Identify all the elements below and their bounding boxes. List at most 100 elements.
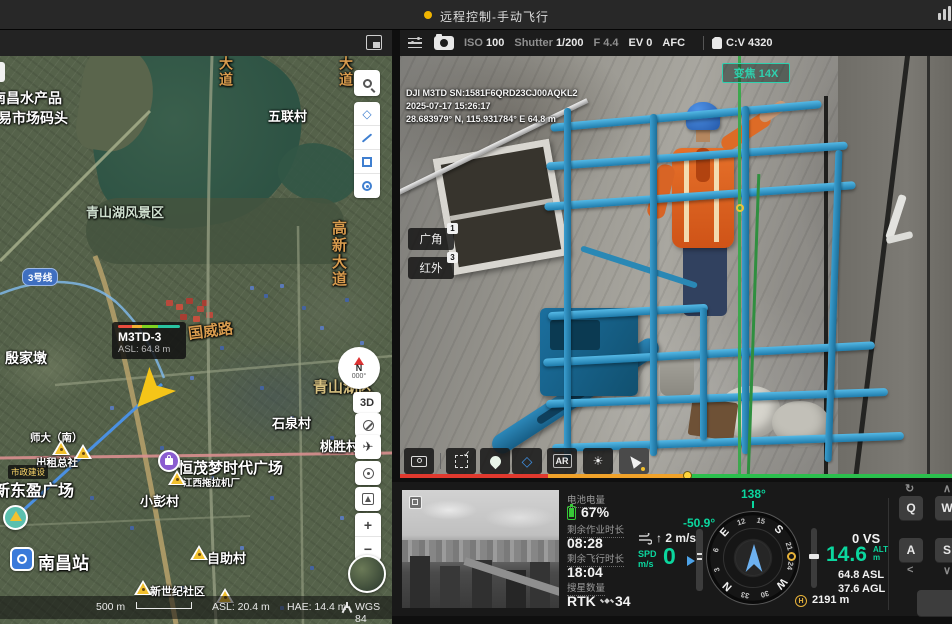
map-compass-widget[interactable]: N 000° (338, 347, 380, 389)
flight-mode-title: 远程控制-手动飞行 (440, 8, 549, 25)
beacon-button[interactable]: ☀ (583, 448, 613, 474)
hotkey-badge: 1 (447, 223, 458, 234)
map-label: 江西拖拉机厂 (183, 475, 240, 489)
coordinates: 28.683979° N, 115.931784° E 64.8 m (406, 113, 578, 126)
draw-polygon-tool[interactable] (354, 150, 380, 174)
home-direction-dot (787, 552, 796, 561)
map-label: 自助村 (207, 548, 246, 567)
map-label: 殷家墩 (5, 348, 47, 368)
secondary-camera-preview[interactable] (402, 490, 559, 608)
ev-value[interactable]: EV 0 (629, 37, 653, 49)
aperture-value[interactable]: F 4.4 (593, 37, 618, 49)
key-space[interactable] (917, 590, 952, 616)
compass-north-letter: N (356, 364, 363, 373)
asl-readout: ASL: 20.4 m (212, 601, 270, 613)
carabiner (736, 204, 744, 212)
timeline-marker[interactable] (683, 471, 692, 478)
drone-sn: DJI M3TD SN:1581F6QRD23CJ00AQKL2 (406, 87, 578, 100)
lens-ir-button[interactable]: 红外 3 (408, 257, 454, 279)
preview-clouds (402, 490, 559, 540)
lens-wide-button[interactable]: 广角 1 (408, 228, 454, 250)
map-layer-thumbnail[interactable] (348, 555, 386, 593)
capture-settings-button[interactable] (404, 448, 434, 474)
poi-triangle-marker[interactable] (74, 444, 92, 459)
map-clear-button[interactable] (355, 413, 381, 437)
timeline-bar-orange (548, 474, 688, 479)
datum-icon (342, 602, 351, 613)
pointer-button[interactable] (619, 448, 649, 474)
drone-info-overlay: DJI M3TD SN:1581F6QRD23CJ00AQKL2 2025-07… (406, 87, 578, 126)
shutter-label[interactable]: Shutter (514, 37, 553, 49)
fit-view-button[interactable] (355, 487, 381, 511)
lift-post (742, 106, 749, 454)
map-road-label: 大道 (336, 56, 356, 88)
poi-triangle-marker[interactable] (134, 580, 152, 595)
lift-post (700, 308, 707, 440)
my-location-button[interactable] (355, 461, 381, 485)
shutter-value[interactable]: 1/200 (556, 37, 584, 49)
metro-station-marker[interactable] (10, 547, 34, 571)
locate-aircraft-button[interactable]: ✈ (355, 435, 381, 459)
hotkey-badge: 3 (447, 252, 458, 263)
wind-value: ↑ 2 m/s (656, 531, 696, 545)
key-s[interactable]: S (935, 538, 952, 562)
drone-status-bar (118, 325, 180, 328)
draw-circle-tool[interactable] (354, 174, 380, 198)
pin-diamond-button[interactable]: ◇ (512, 448, 542, 474)
camera-settings-bar: ISO 100 Shutter 1/200 F 4.4 EV 0 AFC C:V… (400, 30, 952, 56)
drone-map-label[interactable]: M3TD-3 ASL: 64.8 m (112, 322, 186, 359)
grid-check-button[interactable]: ✓ (446, 448, 476, 474)
iso-value[interactable]: 100 (486, 37, 504, 49)
map-edge-button[interactable] (0, 62, 5, 82)
poi-pin-button[interactable] (480, 448, 510, 474)
video-feed[interactable]: DJI M3TD SN:1581F6QRD23CJ00AQKL2 2025-07… (400, 56, 952, 478)
ar-button[interactable]: AR (547, 448, 577, 474)
timeline-bar-green (688, 474, 952, 479)
key-a[interactable]: A (899, 538, 923, 562)
hae-readout: HAE: 14.4 m (287, 601, 347, 613)
key-q[interactable]: Q (899, 496, 923, 520)
mall-marker[interactable] (158, 450, 180, 472)
zoom-level-badge: 变焦 14X (722, 63, 790, 83)
map-info-bar: 500 m ASL: 20.4 m HAE: 14.4 m WGS 84 (0, 596, 392, 619)
timestamp: 2025-07-17 15:26:17 (406, 100, 578, 113)
cargo-box (688, 397, 739, 441)
storage-value[interactable]: C:V 4320 (726, 37, 772, 49)
zoom-in-button[interactable]: + (355, 513, 381, 537)
swap-view-icon[interactable] (366, 35, 382, 50)
home-distance: 2191 m (812, 594, 849, 606)
lift-post (650, 114, 657, 456)
draw-line-tool[interactable] (354, 126, 380, 150)
sd-card-icon (712, 37, 722, 49)
scale-bar (136, 602, 192, 609)
key-w[interactable]: W (935, 496, 952, 520)
map-road-label: 大道 (216, 56, 236, 88)
draw-point-tool[interactable]: ◇ (354, 102, 380, 126)
map-view[interactable]: 南昌水产品 交易市场码头 五联村 青山湖风景区 大道 大道 高新大道 国威路 殷… (0, 56, 392, 624)
iso-label[interactable]: ISO (464, 37, 483, 49)
map-label: 新东盈广场 (0, 477, 74, 501)
poi-triangle-marker[interactable] (52, 440, 70, 455)
rotate-left-icon: ↻ (905, 482, 914, 495)
safety-rope (738, 56, 741, 478)
preview-buildings (410, 556, 430, 608)
dji-pilot-screen: 远程控制-手动飞行 南昌水产品 交易市场 (0, 0, 952, 624)
compass-rose[interactable]: N 3 6 E 12 15 S 21 24 W 30 33 (706, 511, 800, 605)
poi-triangle-marker[interactable] (168, 470, 186, 485)
scale-label: 500 m (96, 601, 125, 613)
focus-mode[interactable]: AFC (662, 37, 685, 49)
poi-triangle-marker[interactable] (190, 545, 208, 560)
chevron-up-icon: ∧ (943, 482, 951, 495)
camera-menu-icon[interactable] (408, 38, 422, 49)
wind-icon (638, 533, 652, 545)
panel-divider (888, 498, 889, 610)
map-search-button[interactable] (354, 70, 380, 96)
map-3d-button[interactable]: 3D (353, 392, 381, 413)
satellite-count: 34 (615, 593, 631, 609)
alt-value: 14.6 (826, 543, 867, 567)
home-point-marker[interactable] (3, 505, 28, 530)
signal-bars-icon[interactable] (936, 0, 952, 30)
camera-icon[interactable] (434, 36, 454, 50)
map-label: 石泉村 (272, 413, 311, 432)
map-label: 青山湖风景区 (86, 202, 164, 221)
